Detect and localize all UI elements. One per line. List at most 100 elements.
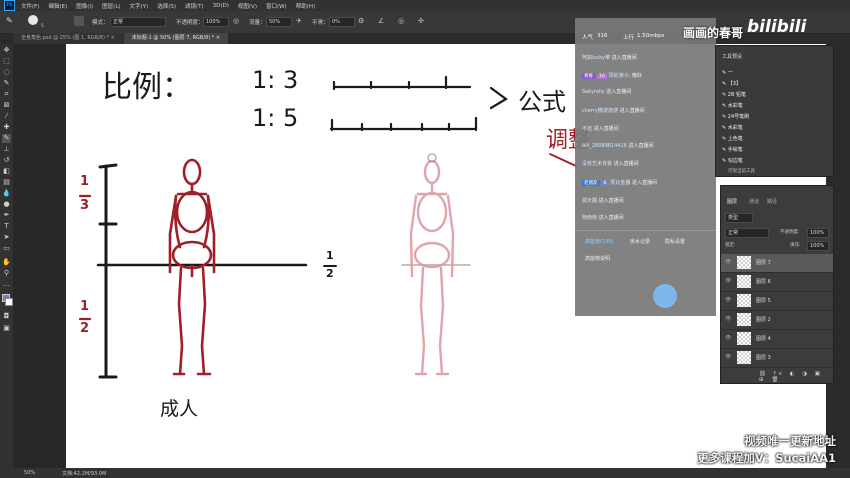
preset-item[interactable]: ✎ 24号笔刷 xyxy=(722,113,749,120)
menu-type[interactable]: 文字(Y) xyxy=(130,2,149,10)
tab-layers[interactable]: 图层 xyxy=(727,198,737,205)
brush-preset-picker[interactable] xyxy=(28,15,38,25)
menu-filter[interactable]: 滤镜(T) xyxy=(185,2,204,10)
layer-row[interactable]: 👁 图层 4 xyxy=(721,330,833,349)
popularity-count: 316 xyxy=(597,33,608,39)
visibility-eye-icon[interactable]: 👁 xyxy=(725,316,731,322)
visibility-eye-icon[interactable]: 👁 xyxy=(725,259,731,265)
upload-label: 上行 xyxy=(623,35,635,41)
mode-select[interactable]: 正常 xyxy=(110,17,166,27)
menu-select[interactable]: 选择(S) xyxy=(157,2,176,10)
tab-untitled[interactable]: 未标题-1 @ 50% (图层 7, RGB/8) * × xyxy=(123,33,229,44)
layer-opacity-field[interactable]: 100% xyxy=(807,228,829,238)
menu-window[interactable]: 窗口(W) xyxy=(266,2,287,10)
stamp-tool-icon[interactable]: ⊥ xyxy=(2,145,11,154)
lasso-tool-icon[interactable]: ◌ xyxy=(2,68,11,77)
layer-actions-bar[interactable]: ⛓ fx ◐ ◑ ▣ ⊞ 🗑 xyxy=(759,371,833,383)
menu-edit[interactable]: 编辑(E) xyxy=(48,2,67,10)
eraser-tool-icon[interactable]: ◧ xyxy=(2,167,11,176)
quick-mask-icon[interactable]: ◘ xyxy=(2,312,11,321)
preset-item[interactable]: ✎ 手绘笔 xyxy=(722,146,743,153)
tab-channels[interactable]: 通道 xyxy=(749,198,759,205)
marquee-tool-icon[interactable]: ⬚ xyxy=(2,57,11,66)
eyedropper-icon[interactable]: ⁄ xyxy=(2,112,11,121)
menu-layer[interactable]: 图层(L) xyxy=(102,2,120,10)
half-denominator: 2 xyxy=(80,321,90,336)
shape-tool-icon[interactable]: ▭ xyxy=(2,244,11,253)
pressure-opacity-icon[interactable]: ◎ xyxy=(233,16,243,26)
menu-3d[interactable]: 3D(D) xyxy=(213,3,229,9)
brush-tool-icon[interactable]: ✎ xyxy=(2,134,11,143)
fill-field[interactable]: 100% xyxy=(807,241,829,251)
layer-name: 图层 2 xyxy=(756,317,771,323)
adult-figure-red xyxy=(168,158,216,376)
preset-item[interactable]: ✎ 水彩笔 xyxy=(722,102,743,109)
pen-tool-icon[interactable]: ✒ xyxy=(2,211,11,220)
visibility-eye-icon[interactable]: 👁 xyxy=(725,278,731,284)
layer-thumbnail xyxy=(737,256,751,269)
airbrush-icon[interactable]: ✈ xyxy=(296,16,306,26)
frame-tool-icon[interactable]: ⊠ xyxy=(2,101,11,110)
zoom-tool-icon[interactable]: ⚲ xyxy=(2,269,11,278)
flow-field[interactable]: 50% xyxy=(266,17,292,27)
tab-privacy[interactable]: 隐私设置 xyxy=(665,238,685,245)
high-energy-info[interactable]: 高能榜说明 xyxy=(585,255,610,262)
visibility-eye-icon[interactable]: 👁 xyxy=(725,335,731,341)
brush-settings-icon[interactable] xyxy=(74,16,84,26)
layer-row[interactable]: 👁 图层 6 xyxy=(721,273,833,292)
zoom-level[interactable]: 50% xyxy=(24,470,35,476)
preset-item[interactable]: ✎ 2B 铅笔 xyxy=(722,91,746,98)
visibility-eye-icon[interactable]: 👁 xyxy=(725,297,731,303)
healing-brush-icon[interactable]: ✚ xyxy=(2,123,11,132)
crop-tool-icon[interactable]: ⌗ xyxy=(2,90,11,99)
ratio-diagrams xyxy=(96,75,508,379)
half-right-numerator: 1 xyxy=(326,249,334,262)
layer-row[interactable]: 👁 图层 2 xyxy=(721,311,833,330)
tab-room-record[interactable]: 房水记录 xyxy=(630,238,650,245)
type-tool-icon[interactable]: T xyxy=(2,222,11,231)
menu-view[interactable]: 视图(V) xyxy=(238,2,257,10)
gradient-tool-icon[interactable]: ▤ xyxy=(2,178,11,187)
hand-tool-icon[interactable]: ✋ xyxy=(2,258,11,267)
layer-name: 图层 7 xyxy=(756,260,771,266)
pressure-size-icon[interactable]: ◎ xyxy=(398,16,408,26)
opacity-field[interactable]: 100% xyxy=(203,17,229,27)
tab-full-character[interactable]: 全身角色.psd @ 25% (图 1, RGB/8) * × xyxy=(13,33,123,44)
visibility-eye-icon[interactable]: 👁 xyxy=(725,354,731,360)
quick-select-icon[interactable]: ✎ xyxy=(2,79,11,88)
brush-tool-icon[interactable]: ✎ xyxy=(6,16,16,26)
path-select-icon[interactable]: ➤ xyxy=(2,233,11,242)
preset-item[interactable]: ✎ 一 xyxy=(722,69,733,76)
move-tool-icon[interactable]: ✥ xyxy=(2,46,11,55)
history-brush-icon[interactable]: ↺ xyxy=(2,156,11,165)
blur-tool-icon[interactable]: 💧 xyxy=(2,189,11,198)
menu-help[interactable]: 帮助(H) xyxy=(296,2,315,10)
angle-icon[interactable]: ∠ xyxy=(378,16,388,26)
dodge-tool-icon[interactable]: ● xyxy=(2,200,11,209)
preset-item[interactable]: ✎ 【3】 xyxy=(722,80,741,87)
preset-item[interactable]: ✎ 勾边笔 xyxy=(722,157,743,164)
upload-rate: 1.50mbps xyxy=(637,33,665,39)
menu-image[interactable]: 图像(I) xyxy=(76,2,93,10)
layer-name: 图层 5 xyxy=(756,298,771,304)
layer-row[interactable]: 👁 图层 5 xyxy=(721,292,833,311)
background-color-swatch[interactable] xyxy=(5,298,13,306)
symmetry-icon[interactable]: ✣ xyxy=(418,16,428,26)
preset-item[interactable]: ✎ 水彩笔 xyxy=(722,124,743,131)
blend-mode-select[interactable]: 正常 xyxy=(725,228,769,238)
smoothing-field[interactable]: 0% xyxy=(329,17,355,27)
opacity-label: 不透明度： xyxy=(176,20,204,26)
menu-file[interactable]: 文件(F) xyxy=(21,2,39,10)
current-tool-only[interactable]: 仅限当前工具 xyxy=(728,168,755,174)
layer-name: 图层 3 xyxy=(756,355,771,361)
screen-mode-icon[interactable]: ▣ xyxy=(2,324,11,333)
preset-item[interactable]: ✎ 上色笔 xyxy=(722,135,743,142)
more-tools-icon[interactable]: … xyxy=(2,280,11,289)
layer-row[interactable]: 👁 图层 3 xyxy=(721,349,833,368)
gear-icon[interactable]: ⚙ xyxy=(358,16,368,26)
layer-row[interactable]: 👁 图层 7 xyxy=(721,254,833,273)
adult-figure-pink xyxy=(401,159,471,376)
tab-paths[interactable]: 路径 xyxy=(767,198,777,205)
layer-kind-filter[interactable]: 类型 xyxy=(725,213,753,223)
tab-high-energy[interactable]: 高能榜(130) xyxy=(585,238,613,245)
